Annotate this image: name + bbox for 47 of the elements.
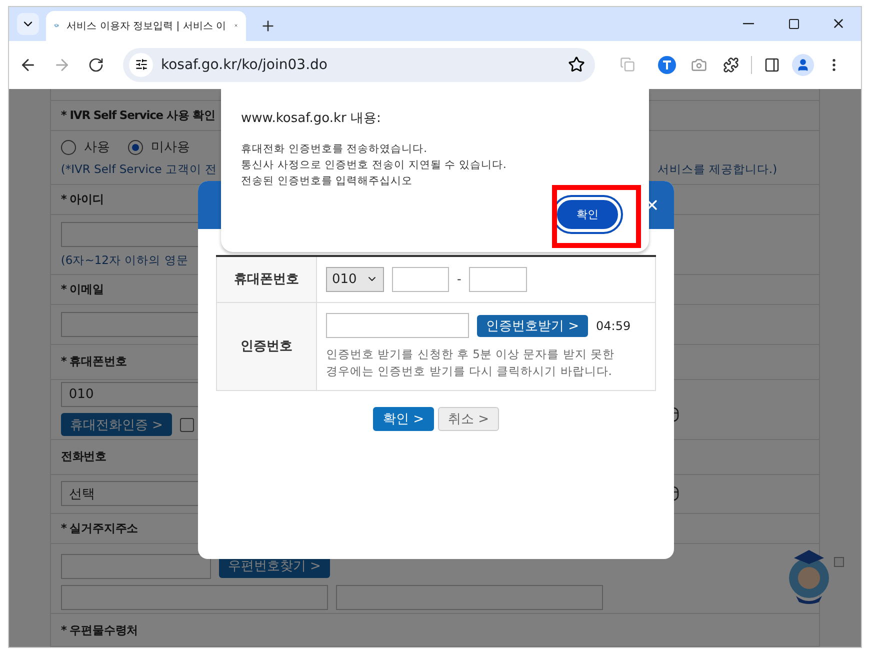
alert-message: 휴대전화 인증번호를 전송하였습니다. — [241, 142, 428, 157]
row-header: 인증번호 — [216, 302, 317, 391]
plus-icon — [260, 18, 276, 34]
radio-label: 미사용 — [150, 139, 190, 156]
radio-button[interactable] — [128, 140, 143, 155]
alert-message: 통신사 사정으로 인증번호 전송이 지연될 수 있습니다. — [241, 158, 508, 173]
field-label: * IVR Self Service 사용 확인 — [60, 108, 216, 123]
ivr-note: (*IVR Self Service 고객이 전 — [60, 162, 218, 178]
countdown: 04:59 — [596, 318, 631, 333]
checkbox[interactable] — [180, 418, 194, 432]
field-label: * 휴대폰번호 — [60, 354, 127, 370]
ivr-note: 서비스를 제공합니다.) — [657, 162, 778, 178]
address-detail-field[interactable] — [336, 584, 603, 610]
field-label: * 우편물수령처 — [60, 622, 138, 638]
maximize-icon — [788, 18, 800, 30]
field-label: * 아이디 — [60, 192, 104, 208]
area-code-select[interactable]: 010 — [326, 266, 384, 292]
star-icon — [568, 56, 585, 74]
phone-last-field[interactable] — [469, 266, 528, 292]
postcode-field[interactable] — [60, 554, 211, 579]
confirm-button[interactable]: 확인 > — [372, 406, 434, 431]
cancel-button[interactable]: 취소 > — [438, 406, 500, 431]
address-bar[interactable]: kosaf.go.kr/ko/join03.do — [123, 48, 595, 82]
separator: - — [457, 272, 462, 286]
field-label: * 이메일 — [60, 282, 104, 298]
phone-verify-button[interactable]: 휴대전화인증 > — [60, 413, 172, 436]
tab-list-button[interactable] — [17, 12, 39, 35]
field-label: * 실거주지주소 — [60, 521, 138, 536]
alert-message: 전송된 인증번호를 입력해주십시오 — [241, 174, 414, 189]
reload-icon — [88, 56, 104, 73]
row-header: 휴대폰번호 — [216, 256, 317, 303]
phone-middle-field[interactable] — [392, 266, 449, 292]
radio-label: 사용 — [84, 139, 110, 156]
id-hint: (6자~12자 이하의 영문 — [60, 252, 188, 268]
code-field[interactable] — [326, 313, 469, 338]
minimize-icon — [743, 22, 754, 25]
browser-tab[interactable]: 서비스 이용자 정보입력 | 서비스 이 — [46, 10, 246, 41]
alert-title: www.kosaf.go.kr 내용: — [241, 110, 382, 127]
request-code-button[interactable]: 인증번호받기 > — [477, 314, 588, 337]
code-note: 인증번호 받기를 신청한 후 5분 이상 문자를 받지 못한 경우에는 인증번호 받기를 다시 클릭하시기 바랍니다. — [326, 346, 616, 380]
address-field[interactable] — [60, 584, 328, 610]
site-settings-icon — [129, 52, 153, 77]
ok-button[interactable]: 확인 — [554, 196, 621, 232]
field-label: 전화번호 — [60, 449, 107, 464]
profile-avatar[interactable] — [792, 54, 814, 76]
radio-button[interactable] — [60, 140, 76, 155]
tab-title: 서비스 이용자 정보입력 | 서비스 이 — [66, 20, 226, 33]
